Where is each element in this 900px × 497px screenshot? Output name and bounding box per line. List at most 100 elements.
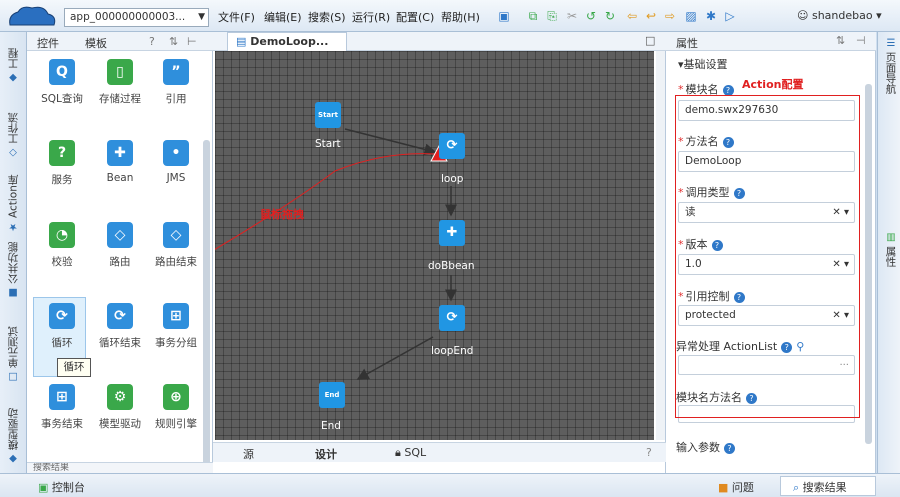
copy-icon[interactable]: ⧉: [526, 9, 540, 23]
cut-icon[interactable]: ✂: [565, 9, 579, 23]
palette-item-label: JMS: [166, 172, 186, 184]
vtab-project[interactable]: ◆ 工程: [2, 38, 24, 83]
status-bar: ▣ 控制台 ■ 问题 ⌕ 搜索结果: [0, 473, 900, 497]
vtab-workflow[interactable]: ◇ 工作流: [2, 98, 24, 159]
help-icon[interactable]: ?: [724, 442, 735, 454]
tab-sql-label: SQL: [404, 446, 427, 459]
canvas-scrollbar[interactable]: [656, 51, 665, 440]
question-icon: ?: [49, 140, 75, 166]
quote-icon: ”: [163, 59, 189, 85]
editor-tabs: ▤ DemoLoop... × □: [213, 32, 666, 66]
help-icon[interactable]: ?: [646, 446, 652, 459]
node-dobbean[interactable]: ✚: [439, 220, 465, 246]
user-menu[interactable]: ☺ shandebao ▾: [797, 9, 882, 22]
node-start[interactable]: Start: [315, 102, 341, 128]
palette-item[interactable]: ✚ Bean: [91, 140, 149, 184]
palette-item[interactable]: ⊕ 规则引擎: [147, 384, 205, 431]
user-icon: ☺: [797, 9, 809, 22]
palette-item[interactable]: ⚙ 模型驱动: [91, 384, 149, 431]
menu-file[interactable]: 文件(F): [218, 9, 255, 25]
return-icon[interactable]: ↩: [644, 9, 658, 23]
menu-help[interactable]: 帮助(H): [441, 9, 480, 25]
design-canvas[interactable]: Start Start ⟳ loop ✚ doBbean ⟳ loopEnd E…: [215, 51, 654, 440]
palette-item[interactable]: ◇ 路由结束: [147, 222, 205, 269]
palette-item[interactable]: ” 引用: [147, 59, 205, 106]
vtab-common[interactable]: ■ 公共功能: [2, 236, 24, 298]
forward-icon[interactable]: ⇨: [663, 9, 677, 23]
redo-icon[interactable]: ↻: [603, 9, 617, 23]
palette-item[interactable]: Q SQL查询: [33, 59, 91, 106]
model-icon: ◆: [7, 453, 19, 464]
right-view-strip: ☰ 页面导航 ▥ 属性: [877, 32, 900, 473]
vtab-properties[interactable]: ▥ 属性: [880, 232, 900, 272]
palette-item[interactable]: ? 服务: [33, 140, 91, 187]
help-icon[interactable]: ?: [722, 84, 734, 96]
tab-source[interactable]: 源: [243, 446, 254, 462]
back-icon[interactable]: ⇦: [625, 9, 639, 23]
play-icon[interactable]: ▷: [723, 9, 737, 23]
test-icon: □: [7, 371, 19, 382]
menu-config[interactable]: 配置(C): [396, 9, 434, 25]
palette-item[interactable]: ◇ 路由: [91, 222, 149, 269]
palette-item-label: 存储过程: [99, 93, 141, 105]
palette-item[interactable]: ▯ 存储过程: [91, 59, 149, 106]
section-basic-label: 基础设置: [683, 58, 728, 71]
tab-templates[interactable]: 模板: [85, 35, 107, 51]
chat-icon: •: [163, 140, 189, 166]
image-icon[interactable]: ▨: [684, 9, 698, 23]
label-text: 输入参数: [676, 441, 720, 454]
vtab-page-nav[interactable]: ☰ 页面导航: [880, 38, 900, 98]
maximize-icon[interactable]: □: [645, 34, 655, 47]
palette-item[interactable]: • JMS: [147, 140, 205, 184]
search-results-tab[interactable]: ⌕ 搜索结果: [780, 476, 876, 496]
vtab-label: Action库: [7, 174, 20, 218]
section-basic[interactable]: ▾基础设置: [678, 56, 728, 72]
console-tab[interactable]: ▣ 控制台: [38, 479, 85, 495]
tab-controls[interactable]: 控件: [37, 35, 59, 51]
palette-item[interactable]: ⊞ 事务结束: [33, 384, 91, 431]
paste-icon[interactable]: ⎘: [545, 9, 559, 23]
left-view-strip: ◆ 工程 ◇ 工作流 ★ Action库 ■ 公共功能 □ 单元测试 ◆ 模型驱动: [0, 32, 27, 473]
search-icon: Q: [49, 59, 75, 85]
palette-item[interactable]: ⊞ 事务分组: [147, 303, 205, 350]
palette-tabs: 控件 模板 ? ⇅ ⊢: [27, 32, 213, 51]
node-loop[interactable]: ⟳: [439, 133, 465, 159]
menu-run[interactable]: 运行(R): [352, 9, 390, 25]
drag-path: [215, 153, 436, 250]
nav-icon: ☰: [885, 38, 897, 49]
vtab-unit-test[interactable]: □ 单元测试: [2, 312, 24, 382]
debug-icon[interactable]: ✱: [704, 9, 718, 23]
app-select[interactable]: app_000000000003... ▼: [64, 8, 209, 27]
console-icon: ▣: [38, 481, 49, 494]
vtab-model-driven[interactable]: ◆ 模型驱动: [2, 392, 24, 464]
menu-edit[interactable]: 编辑(E): [264, 9, 302, 25]
pin-icon[interactable]: ⇅: [169, 35, 178, 48]
vtab-label: 工作流: [7, 112, 20, 145]
palette-item[interactable]: ⟳ 循环: [33, 303, 91, 350]
palette-scrollbar[interactable]: [203, 140, 210, 470]
workflow-icon: ◇: [7, 147, 19, 158]
help-icon[interactable]: ?: [149, 35, 155, 48]
minimize-icon[interactable]: ⊢: [187, 35, 197, 48]
diamond-icon: ◇: [107, 222, 133, 248]
tooltip: 循环: [57, 358, 91, 377]
pin-icon[interactable]: ⇅: [836, 34, 845, 47]
palette-item[interactable]: ◔ 校验: [33, 222, 91, 269]
save-icon[interactable]: ▣: [497, 9, 511, 23]
minimize-icon[interactable]: ⊣: [856, 34, 866, 47]
undo-icon[interactable]: ↺: [584, 9, 598, 23]
tab-design[interactable]: 设计: [315, 446, 337, 462]
vtab-action-lib[interactable]: ★ Action库: [2, 166, 24, 232]
tab-sql[interactable]: 🔒︎ SQL: [395, 446, 426, 460]
menu-search[interactable]: 搜索(S): [308, 9, 346, 25]
palette-item-label: 路由: [109, 256, 131, 268]
node-loopend[interactable]: ⟳: [439, 305, 465, 331]
input-params-label: 输入参数?: [676, 439, 735, 455]
vtab-label: 公共功能: [7, 242, 20, 284]
properties-scrollbar[interactable]: [865, 84, 872, 444]
problems-tab[interactable]: ■ 问题: [718, 479, 754, 495]
action-config-highlight: [675, 95, 860, 418]
node-end[interactable]: End: [319, 382, 345, 408]
palette-item[interactable]: ⟳ 循环结束: [91, 303, 149, 350]
editor-tab[interactable]: ▤ DemoLoop... ×: [227, 32, 347, 66]
